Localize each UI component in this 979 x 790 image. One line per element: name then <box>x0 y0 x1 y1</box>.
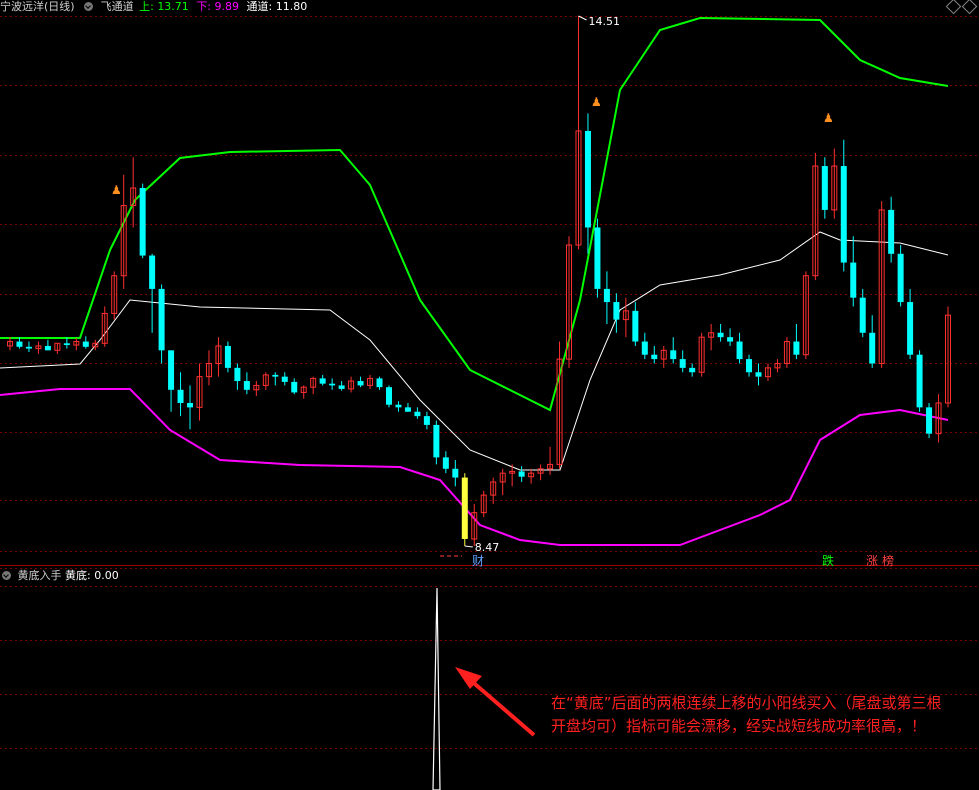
candle-body <box>632 310 639 342</box>
candle-body <box>423 416 430 425</box>
candle-body <box>907 302 914 355</box>
event-label: 榜 <box>882 553 894 568</box>
candle-body <box>679 359 686 368</box>
candle-body <box>850 262 857 298</box>
sub-indicator-bar: 黄底入手 黄底: 0.00 <box>0 569 979 583</box>
candle-body <box>518 471 525 477</box>
candle-body <box>897 253 904 303</box>
candle-body <box>329 383 336 386</box>
candle-body <box>376 378 383 388</box>
kline-chart: 14.51 8.47财 跌 涨榜 ♟ ♟ ♟ <box>0 15 979 790</box>
event-label: 跌 <box>822 553 834 568</box>
candle-body <box>461 477 468 539</box>
runner-icon: ♟ <box>823 111 834 125</box>
candle-body <box>177 389 184 403</box>
candle-body <box>338 385 345 389</box>
sub-value-label: 黄底: <box>65 569 91 582</box>
lower-value: 9.89 <box>214 0 240 13</box>
channel-value: 11.80 <box>275 0 308 13</box>
chart-stage: 14.51 8.47 财 跌 涨榜 ♟ ♟ ♟ 宁波远洋(日线) 飞通道 上: 13.71 下… <box>0 0 979 790</box>
annotation-text: 在“黄底”后面的两根连续上移的小阳线买入（尾盘或第三根开盘均可）指标可能会漂移，… <box>551 694 942 735</box>
sub-value: 0.00 <box>94 569 119 582</box>
candle-body <box>168 350 175 390</box>
candle-body <box>414 411 421 417</box>
candle-body <box>187 402 194 408</box>
high-price-label: 14.51 <box>588 15 620 28</box>
candle-body <box>793 341 800 355</box>
candle-body <box>821 166 828 210</box>
candle-body <box>395 404 402 408</box>
candle-body <box>25 346 32 349</box>
candle-body <box>224 345 231 368</box>
candle-body <box>357 381 364 386</box>
candle-body <box>859 297 866 333</box>
candle-body <box>158 288 165 351</box>
candle-body <box>584 130 591 228</box>
candle-body <box>319 378 326 384</box>
candle-body <box>888 209 895 254</box>
candle-body <box>272 374 279 377</box>
candle-body <box>689 367 696 373</box>
candle-body <box>44 345 51 351</box>
low-price-label: 8.47 <box>475 541 500 554</box>
candle-body <box>281 376 288 382</box>
settings-icon[interactable] <box>2 570 11 580</box>
channel-label: 通道: <box>246 0 273 13</box>
candle-body <box>442 457 449 469</box>
signal-spike <box>432 587 441 790</box>
runner-icon: ♟ <box>111 183 122 197</box>
upper-value: 13.71 <box>157 0 189 13</box>
candle-body <box>433 424 440 458</box>
candle-body <box>651 354 658 360</box>
candle-body <box>613 302 620 320</box>
candle-body <box>727 337 734 342</box>
candle-body <box>840 166 847 263</box>
indicator-name[interactable]: 飞通道 <box>101 0 134 13</box>
candle-body <box>736 341 743 360</box>
annotation-arrow-shaft <box>466 676 536 737</box>
candle-body <box>139 187 146 256</box>
low-marker <box>464 545 473 548</box>
event-label: 涨 <box>866 553 878 568</box>
runner-icon: ♟ <box>591 95 602 109</box>
event-label: 财 <box>472 554 484 568</box>
candle-body <box>603 288 610 303</box>
candle-body <box>869 332 876 364</box>
candle-body <box>16 341 23 347</box>
candle-body <box>594 227 601 289</box>
candle-body <box>926 407 933 434</box>
candle-body <box>916 354 923 408</box>
candle-body <box>670 350 677 360</box>
candle-body <box>717 332 724 338</box>
candle-body <box>404 407 411 412</box>
candle-body <box>746 359 753 373</box>
candle-body <box>641 341 648 355</box>
stock-title[interactable]: 宁波远洋(日线) <box>0 0 75 13</box>
candle-body <box>755 372 762 377</box>
candle-body <box>82 341 89 347</box>
lower-label: 下: <box>196 0 212 13</box>
upper-label: 上: <box>139 0 154 13</box>
settings-icon[interactable] <box>84 1 94 11</box>
candle-body <box>63 343 70 346</box>
candle-body <box>291 381 298 393</box>
candle-body <box>452 468 459 478</box>
candle-body <box>385 387 392 405</box>
candle-body <box>234 367 241 382</box>
main-indicator-bar: 宁波远洋(日线) 飞通道 上: 13.71 下: 9.89 通道: 11.80 <box>0 0 979 14</box>
candle-body <box>243 381 250 390</box>
sub-indicator-name[interactable]: 黄底入手 <box>18 569 62 582</box>
candle-body <box>149 255 156 289</box>
